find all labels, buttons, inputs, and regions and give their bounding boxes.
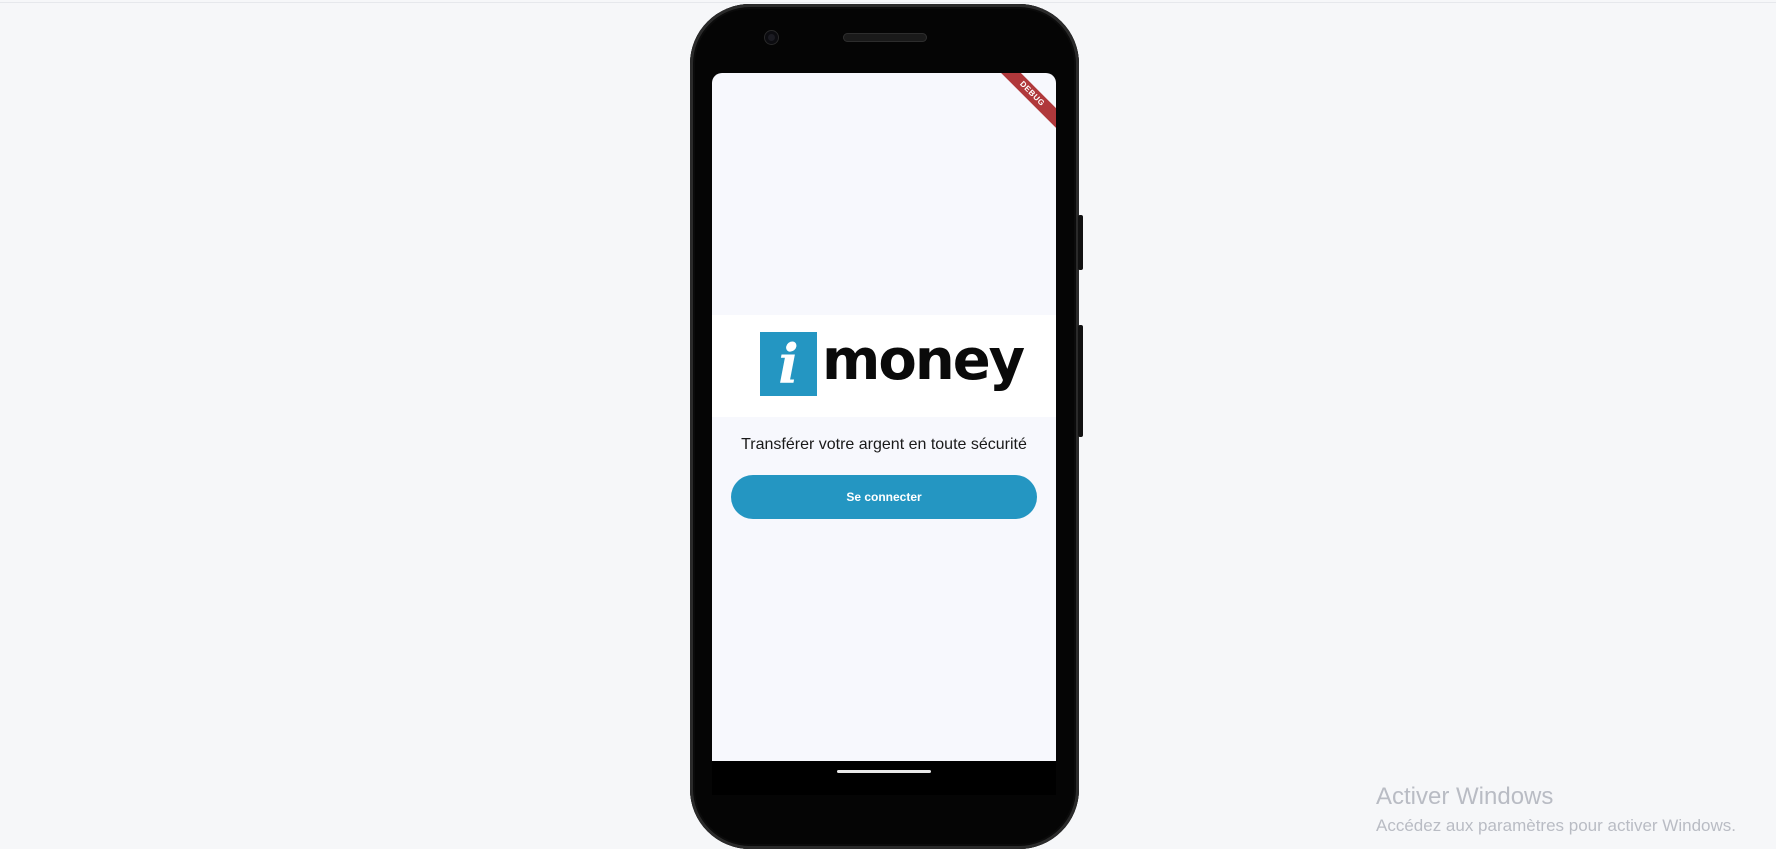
phone-power-button[interactable]: [1078, 215, 1083, 270]
logo-mark-letter: i: [778, 332, 799, 396]
tagline: Transférer votre argent en toute sécurit…: [741, 436, 1027, 453]
desktop-background: DEBUG i money Transférer votre argent en…: [0, 0, 1776, 849]
window-top-divider: [0, 2, 1776, 3]
logo-banner: i money: [712, 315, 1056, 417]
windows-activation-title: Activer Windows: [1376, 783, 1554, 810]
windows-activation-subtitle: Accédez aux paramètres pour activer Wind…: [1376, 816, 1736, 835]
navigation-bar: [712, 761, 1056, 795]
app-screen: DEBUG i money Transférer votre argent en…: [712, 73, 1056, 761]
home-indicator[interactable]: [837, 770, 931, 773]
earpiece-speaker: [843, 33, 927, 42]
phone-volume-button[interactable]: [1078, 325, 1083, 437]
front-camera-icon: [765, 31, 778, 44]
login-button[interactable]: Se connecter: [731, 475, 1037, 519]
imoney-logo-mark: i: [760, 332, 817, 396]
windows-activation-watermark: Activer Windows Accédez aux paramètres p…: [1376, 783, 1736, 837]
logo-wordmark: money: [822, 328, 1025, 393]
